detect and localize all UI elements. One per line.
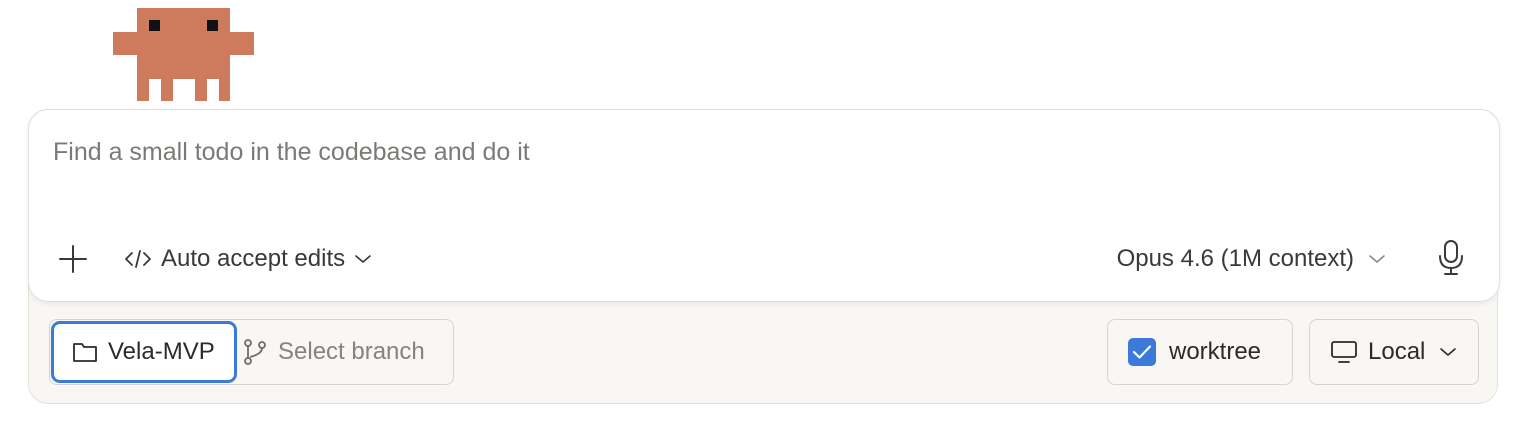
microphone-icon	[1439, 240, 1463, 275]
microphone-button[interactable]	[1434, 238, 1468, 278]
edit-mode-dropdown[interactable]: Auto accept edits	[124, 240, 372, 278]
git-branch-icon	[244, 339, 266, 365]
model-selector[interactable]: Opus 4.6 (1M context)	[1117, 240, 1386, 278]
chevron-down-icon	[1440, 348, 1457, 356]
worktree-label: worktree	[1169, 338, 1262, 365]
branch-label: Select branch	[278, 338, 425, 365]
worktree-checkbox[interactable]	[1128, 338, 1156, 366]
folder-button[interactable]: Vela-MVP	[51, 321, 237, 383]
model-label: Opus 4.6 (1M context)	[1116, 245, 1354, 272]
add-button[interactable]	[56, 242, 90, 276]
folder-label: Vela-MVP	[108, 338, 215, 365]
checkmark-icon	[1132, 345, 1152, 359]
prompt-input[interactable]	[53, 138, 1453, 167]
plus-icon	[59, 245, 87, 273]
code-brackets-icon	[125, 250, 151, 268]
worktree-toggle[interactable]: worktree	[1107, 319, 1293, 385]
mascot-icon	[113, 8, 254, 101]
folder-icon	[73, 343, 97, 362]
edit-mode-label: Auto accept edits	[161, 245, 346, 272]
environment-label: Local	[1368, 338, 1426, 365]
chevron-down-icon	[355, 255, 371, 263]
select-branch-button[interactable]: Select branch	[242, 321, 425, 383]
monitor-icon	[1331, 341, 1357, 363]
chevron-down-icon	[1369, 255, 1385, 263]
environment-dropdown[interactable]: Local	[1309, 319, 1479, 385]
